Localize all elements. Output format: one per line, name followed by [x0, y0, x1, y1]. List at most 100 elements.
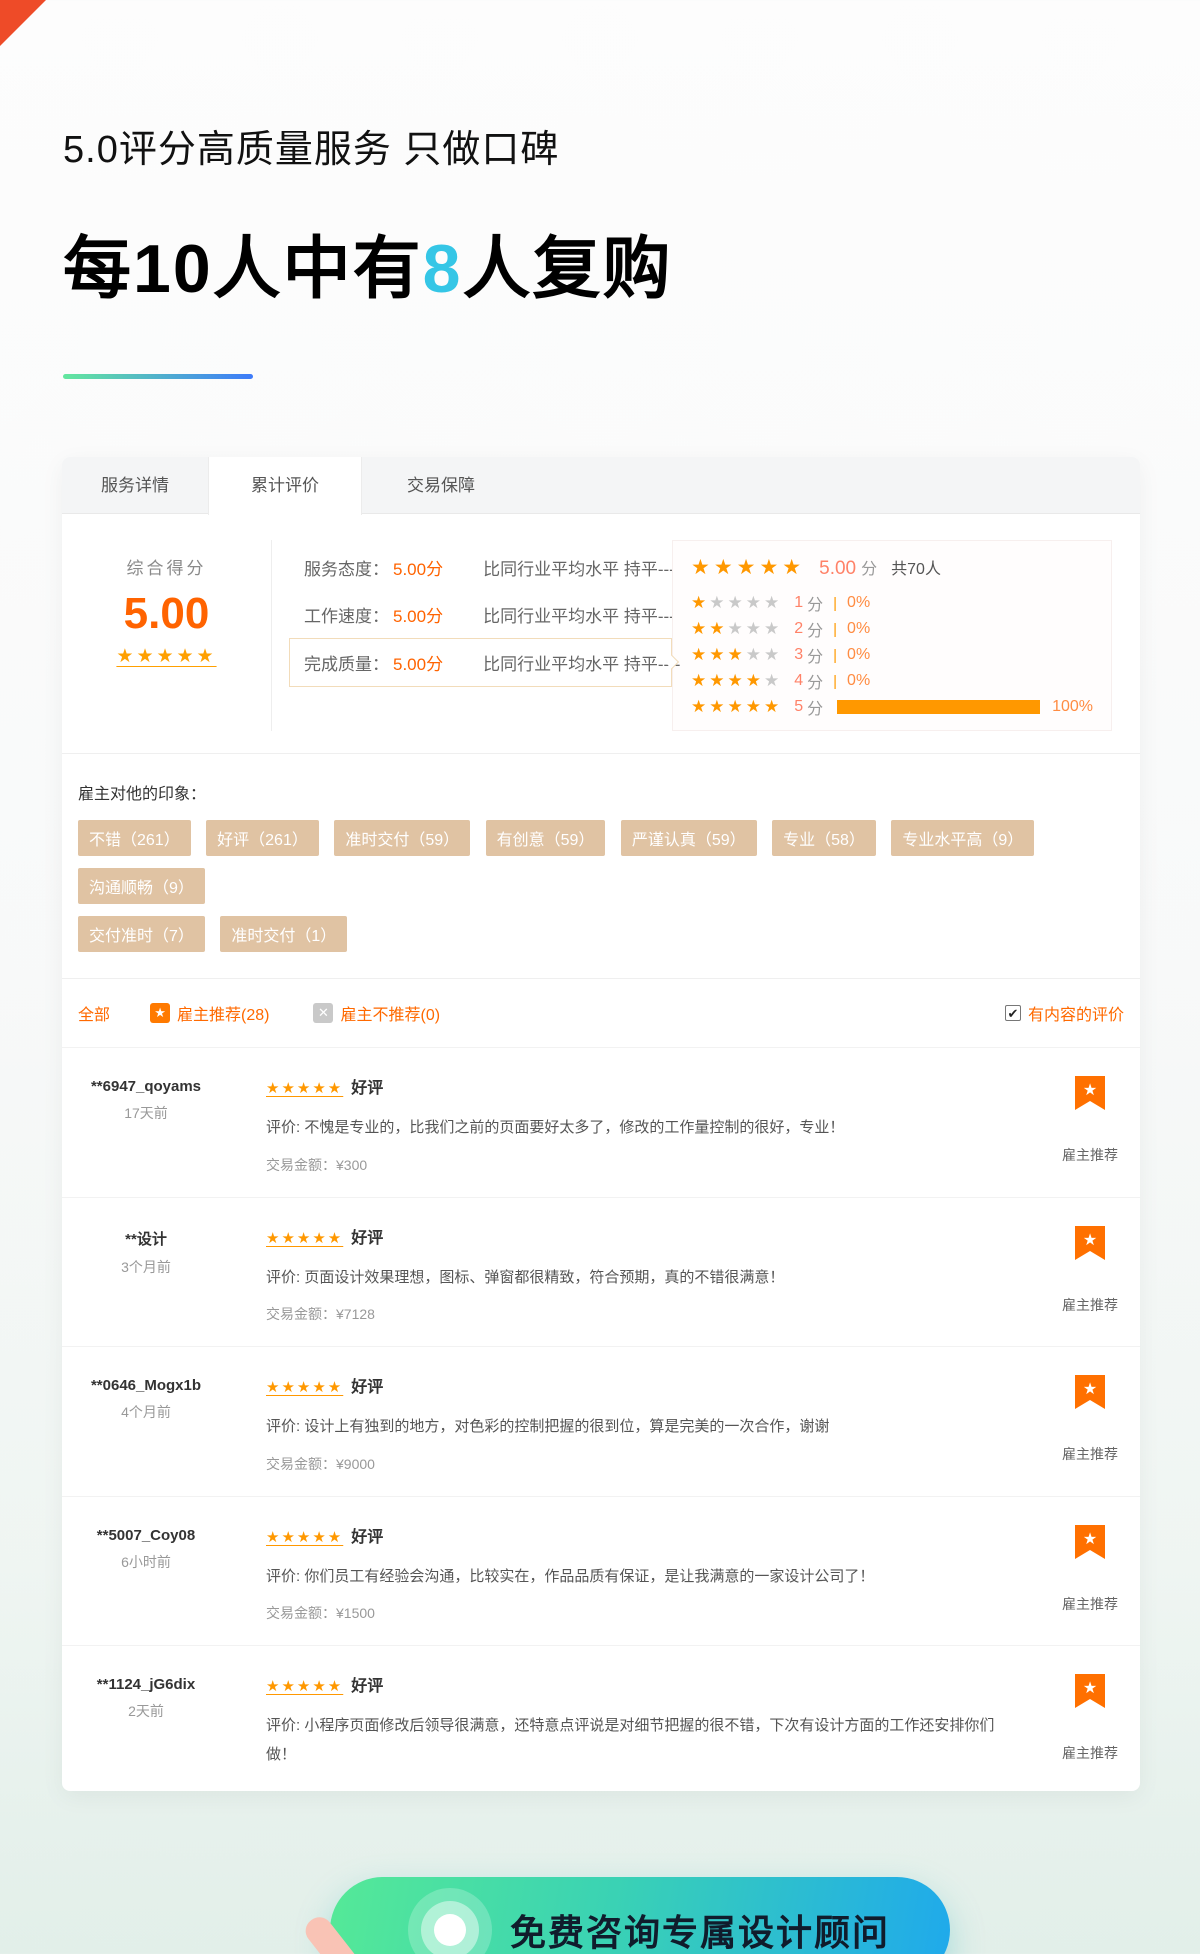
- review-item: **设计 3个月前 ★★★★★ 好评 评价: 页面设计效果理想，图标、弹窗都很精致…: [62, 1197, 1140, 1347]
- review-time: 2天前: [62, 1701, 230, 1721]
- stars-filled: ★: [691, 593, 709, 613]
- impression-tag[interactable]: 专业水平高（9）: [891, 820, 1034, 856]
- transaction-amount: 交易金额：¥1500: [266, 1603, 1010, 1623]
- review-item: **6947_qoyams 17天前 ★★★★★好评 评价: 不愧是专业的，比我…: [62, 1047, 1140, 1197]
- impression-tag[interactable]: 准时交付（59）: [334, 820, 470, 856]
- content-only-checkbox[interactable]: ✔: [1005, 1005, 1021, 1021]
- review-stars: ★★★★★: [266, 1678, 343, 1695]
- impression-tags: 不错（261） 好评（261） 准时交付（59） 有创意（59） 严谨认真（59…: [78, 820, 1124, 964]
- impression-tag[interactable]: 不错（261）: [78, 820, 191, 856]
- impression-tag[interactable]: 沟通顺畅（9）: [78, 868, 205, 904]
- overall-stars: ★★★★★: [62, 645, 271, 668]
- row-unit: 分: [807, 591, 823, 615]
- svg-text:★: ★: [1083, 1082, 1097, 1099]
- tab-transaction-guarantee[interactable]: 交易保障: [362, 457, 520, 513]
- employer-recommend-badge: 雇主推荐: [1040, 1145, 1140, 1165]
- stars-filled: ★★★★: [691, 671, 764, 691]
- reviews-card: 服务详情 累计评价 交易保障 综合得分 5.00 ★★★★★ 服务态度： 5.0…: [62, 457, 1140, 1791]
- review-text: 评价: 页面设计效果理想，图标、弹窗都很精致，符合预期，真的不错很满意！: [266, 1264, 1010, 1293]
- row-score: 5: [794, 698, 803, 716]
- consult-cta-button[interactable]: 免费咨询专属设计顾问: [330, 1877, 950, 1954]
- overall-score-block: 综合得分 5.00 ★★★★★: [62, 540, 272, 731]
- filter-all[interactable]: 全部: [78, 1001, 110, 1025]
- metric-service-attitude: 服务态度： 5.00分 比同行业平均水平 持平----: [304, 544, 672, 591]
- filter-employer-not-recommend[interactable]: ✕ 雇主不推荐(0): [313, 1001, 440, 1025]
- impressions-section: 雇主对他的印象： 不错（261） 好评（261） 准时交付（59） 有创意（59…: [62, 753, 1140, 978]
- svg-text:★: ★: [1083, 1680, 1097, 1697]
- stars-filled: ★★★★★: [691, 697, 782, 717]
- distribution-row-1: ★★★★★ 1 分 | 0%: [691, 590, 1093, 616]
- filter-label: 雇主不推荐(0): [340, 1001, 440, 1025]
- review-stars: ★★★★★: [266, 1230, 343, 1247]
- consult-cta-label: 免费咨询专属设计顾问: [510, 1904, 890, 1954]
- metric-score: 5.00分: [393, 555, 443, 580]
- bookmark-icon: ★: [1075, 1076, 1105, 1121]
- review-item: **1124_jG6dix 2天前 ★★★★★好评 评价: 小程序页面修改后领导…: [62, 1645, 1140, 1791]
- row-percent: 0%: [847, 620, 870, 638]
- row-separator: |: [833, 595, 837, 612]
- review-time: 4个月前: [62, 1402, 230, 1422]
- filter-employer-recommend[interactable]: ★ 雇主推荐(28): [150, 1001, 269, 1025]
- tab-bar: 服务详情 累计评价 交易保障: [62, 457, 1140, 514]
- impressions-label: 雇主对他的印象：: [78, 780, 1124, 804]
- transaction-amount: 交易金额：¥7128: [266, 1304, 1010, 1324]
- tab-cumulative-reviews[interactable]: 累计评价: [208, 457, 362, 515]
- row-percent: 0%: [847, 646, 870, 664]
- hero-section: 5.0评分高质量服务 只做口碑 每10人中有8人复购: [0, 0, 1200, 379]
- transaction-amount: 交易金额：¥9000: [266, 1454, 1010, 1474]
- tab-service-detail[interactable]: 服务详情: [62, 457, 208, 513]
- stars-empty: ★★★★: [709, 593, 782, 613]
- reviewer-name: **6947_qoyams: [62, 1078, 230, 1095]
- hero-title-suffix: 人复购: [462, 231, 672, 307]
- filter-label: 雇主推荐(28): [177, 1001, 269, 1025]
- review-time: 6小时前: [62, 1552, 230, 1572]
- header-total-count: 共70人: [891, 555, 941, 579]
- header-stars: ★★★★★: [691, 555, 805, 580]
- distribution-row-3: ★★★★★ 3 分 | 0%: [691, 642, 1093, 668]
- metric-label: 工作速度：: [304, 602, 389, 627]
- row-score: 3: [794, 646, 803, 664]
- row-unit: 分: [807, 695, 823, 719]
- distribution-row-5: ★★★★★ 5 分 100%: [691, 694, 1093, 720]
- reviewer-name: **5007_Coy08: [62, 1527, 230, 1544]
- svg-text:★: ★: [1083, 1232, 1097, 1249]
- review-rating-label: 好评: [351, 1529, 383, 1546]
- hero-title-prefix: 每10人中有: [63, 231, 423, 307]
- transaction-amount: 交易金额：¥300: [266, 1155, 1010, 1175]
- reviewer-name: **0646_Mogx1b: [62, 1377, 230, 1394]
- metric-note: 比同行业平均水平 持平----: [483, 602, 680, 627]
- review-rating-label: 好评: [351, 1678, 383, 1695]
- stars-empty: ★★★: [727, 619, 782, 639]
- hero-title-highlight: 8: [423, 231, 463, 307]
- stars-filled: ★★: [691, 619, 727, 639]
- stars-empty: ★★: [746, 645, 782, 665]
- review-stars: ★★★★★: [266, 1529, 343, 1546]
- impression-tag[interactable]: 交付准时（7）: [78, 916, 205, 952]
- metric-score: 5.00分: [393, 650, 443, 675]
- metric-label: 完成质量：: [304, 650, 389, 675]
- impression-tag[interactable]: 专业（58）: [772, 820, 876, 856]
- impression-tag[interactable]: 严谨认真（59）: [621, 820, 757, 856]
- row-score: 4: [794, 672, 803, 690]
- hero-title: 每10人中有8人复购: [63, 213, 1200, 312]
- distribution-row-2: ★★★★★ 2 分 | 0%: [691, 616, 1093, 642]
- percent-bar: [837, 700, 1040, 714]
- rating-summary: 综合得分 5.00 ★★★★★ 服务态度： 5.00分 比同行业平均水平 持平-…: [62, 514, 1140, 753]
- impression-tag[interactable]: 有创意（59）: [486, 820, 606, 856]
- row-separator: |: [833, 647, 837, 664]
- bookmark-icon: ★: [1075, 1674, 1105, 1719]
- row-score: 2: [794, 620, 803, 638]
- stars-filled: ★★★: [691, 645, 746, 665]
- recommend-star-icon: ★: [150, 1003, 170, 1023]
- content-only-label[interactable]: 有内容的评价: [1028, 1001, 1124, 1025]
- impression-tag[interactable]: 准时交付（1）: [220, 916, 347, 952]
- reviewer-name: **1124_jG6dix: [62, 1676, 230, 1693]
- row-unit: 分: [807, 617, 823, 641]
- row-separator: |: [833, 621, 837, 638]
- review-time: 3个月前: [62, 1257, 230, 1277]
- hero-subtitle: 5.0评分高质量服务 只做口碑: [63, 118, 1200, 173]
- review-rating-label: 好评: [351, 1230, 383, 1247]
- impression-tag[interactable]: 好评（261）: [206, 820, 319, 856]
- metric-completion-quality: 完成质量： 5.00分 比同行业平均水平 持平----: [289, 638, 672, 687]
- reviewer-name: **设计: [62, 1228, 230, 1249]
